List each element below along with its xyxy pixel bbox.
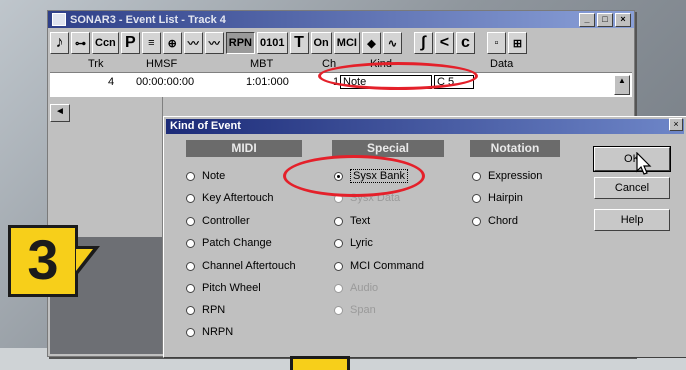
cancel-button[interactable]: Cancel <box>594 177 670 199</box>
radio-note[interactable]: Note <box>186 169 225 183</box>
row-ch[interactable]: 1 <box>333 76 339 88</box>
app-icon <box>52 13 66 26</box>
note-filter-icon[interactable]: ♪ <box>50 32 69 54</box>
col-hmsf[interactable]: HMSF <box>146 58 177 70</box>
radio-sysx-data[interactable]: Sysx Data <box>334 191 400 205</box>
radio-text[interactable]: Text <box>334 214 370 228</box>
grid-scroll-up-icon[interactable]: ▲ <box>614 75 630 95</box>
radio-span: Span <box>334 303 376 317</box>
rpn-wave-filter-icon[interactable]: 〰 <box>183 32 203 54</box>
col-trk[interactable]: Trk <box>88 58 103 70</box>
notation-group-label: Notation <box>470 140 560 157</box>
event-list-grid: 4 00:00:00:00 1:01:000 1 Note C 5 ▲ <box>50 72 632 97</box>
patch-filter-icon[interactable]: P <box>120 32 140 54</box>
lyric-filter-icon[interactable]: On <box>310 32 332 54</box>
row-hmsf[interactable]: 00:00:00:00 <box>136 76 194 88</box>
row-trk[interactable]: 4 <box>108 76 114 88</box>
mci-filter-icon[interactable]: MCI <box>333 32 360 54</box>
event-list-title-bar[interactable]: SONAR3 - Event List - Track 4 _ □ × <box>48 11 634 28</box>
radio-chord[interactable]: Chord <box>472 214 518 228</box>
radio-patch-change[interactable]: Patch Change <box>186 236 272 250</box>
col-data[interactable]: Data <box>490 58 513 70</box>
scroll-left-icon[interactable]: ◄ <box>50 104 70 122</box>
special-group-label: Special <box>332 140 444 157</box>
radio-audio: Audio <box>334 281 378 295</box>
text-filter-icon[interactable]: T <box>289 32 309 54</box>
kind-of-event-dialog: Kind of Event × MIDI Note Key Aftertouch… <box>163 116 686 358</box>
dialog-title[interactable]: Kind of Event <box>166 119 684 134</box>
event-list-column-header: Trk HMSF MBT Ch Kind Data <box>50 58 612 72</box>
radio-channel-aftertouch[interactable]: Channel Aftertouch <box>186 259 296 273</box>
radio-mci-command[interactable]: MCI Command <box>334 259 424 273</box>
audio-filter-icon[interactable]: ◆ <box>361 32 381 54</box>
wave-filter-icon[interactable]: ∿ <box>382 32 402 54</box>
delete-event-icon[interactable]: ⊞ <box>507 32 527 54</box>
col-mbt[interactable]: MBT <box>250 58 273 70</box>
maximize-button[interactable]: □ <box>597 13 613 27</box>
key-aftertouch-filter-icon[interactable]: ⊶ <box>71 32 90 54</box>
sysx-data-filter-icon[interactable]: 0101 <box>257 32 288 54</box>
event-filter-toolbar: ♪ ⊶ Ccn P ≡ ⊕ 〰 〰 RPN 0101 T On MCI ◆ ∿ … <box>50 30 632 56</box>
help-button[interactable]: Help <box>594 209 670 231</box>
radio-pitch-wheel[interactable]: Pitch Wheel <box>186 281 261 295</box>
controller-filter-icon[interactable]: Ccn <box>92 32 119 54</box>
radio-sysx-bank[interactable]: Sysx Bank <box>334 169 408 183</box>
expression-filter-icon[interactable]: ∫ <box>413 32 433 54</box>
sysx-bank-filter-icon[interactable]: RPN <box>225 32 256 54</box>
radio-expression[interactable]: Expression <box>472 169 542 183</box>
midi-group-label: MIDI <box>186 140 302 157</box>
radio-controller[interactable]: Controller <box>186 214 250 228</box>
chord-filter-icon[interactable]: c <box>455 32 475 54</box>
radio-lyric[interactable]: Lyric <box>334 236 373 250</box>
insert-event-icon[interactable]: ▫ <box>486 32 506 54</box>
row-kind-field[interactable]: Note <box>340 75 432 89</box>
radio-key-aftertouch[interactable]: Key Aftertouch <box>186 191 274 205</box>
row-data-field[interactable]: C 5 <box>434 75 474 89</box>
radio-hairpin[interactable]: Hairpin <box>472 191 523 205</box>
radio-nrpn[interactable]: NRPN <box>186 325 233 339</box>
channel-aftertouch-filter-icon[interactable]: ≡ <box>141 32 161 54</box>
step-number-badge: 3 <box>8 225 78 297</box>
ok-button[interactable]: OK <box>593 146 671 172</box>
window-title: SONAR3 - Event List - Track 4 <box>70 13 226 26</box>
mouse-pointer-icon <box>636 152 652 175</box>
minimize-button[interactable]: _ <box>579 13 595 27</box>
dialog-close-icon[interactable]: × <box>669 118 683 131</box>
pitch-wheel-filter-icon[interactable]: ⊕ <box>162 32 182 54</box>
col-ch[interactable]: Ch <box>322 58 336 70</box>
col-kind[interactable]: Kind <box>370 58 392 70</box>
close-window-button[interactable]: × <box>615 13 631 27</box>
hairpin-filter-icon[interactable]: < <box>434 32 454 54</box>
radio-rpn[interactable]: RPN <box>186 303 225 317</box>
next-step-badge-edge <box>290 356 350 370</box>
nrpn-wave-filter-icon[interactable]: 〰 <box>204 32 224 54</box>
row-mbt[interactable]: 1:01:000 <box>246 76 289 88</box>
